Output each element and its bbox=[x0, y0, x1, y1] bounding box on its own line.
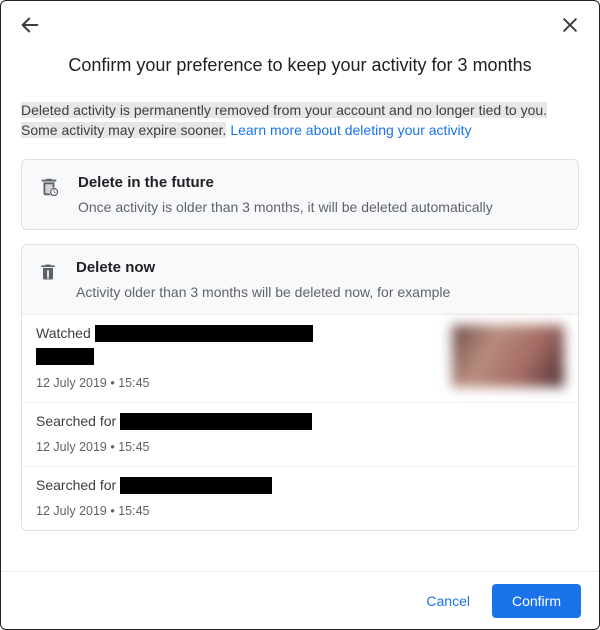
modal-title: Confirm your preference to keep your act… bbox=[21, 55, 579, 76]
redacted-content bbox=[120, 477, 272, 494]
top-bar bbox=[1, 1, 599, 49]
delete-future-card: Delete in the future Once activity is ol… bbox=[21, 159, 579, 230]
activity-example: Searched for 12 July 2019 • 15:45 bbox=[22, 466, 578, 530]
close-icon bbox=[560, 15, 580, 35]
activity-line: Searched for bbox=[36, 413, 564, 430]
activity-timestamp: 12 July 2019 • 15:45 bbox=[36, 504, 564, 518]
delete-future-sub: Once activity is older than 3 months, it… bbox=[78, 199, 493, 215]
confirm-button[interactable]: Confirm bbox=[492, 584, 581, 618]
delete-now-sub: Activity older than 3 months will be del… bbox=[76, 284, 450, 300]
activity-example: Searched for 12 July 2019 • 15:45 bbox=[22, 402, 578, 466]
description: Deleted activity is permanently removed … bbox=[21, 100, 579, 141]
activity-timestamp: 12 July 2019 • 15:45 bbox=[36, 376, 442, 390]
delete-future-title: Delete in the future bbox=[78, 174, 493, 191]
modal-footer: Cancel Confirm bbox=[1, 571, 599, 629]
delete-icon bbox=[38, 261, 58, 288]
delete-now-card: Delete now Activity older than 3 months … bbox=[21, 244, 579, 531]
activity-example: Watched 12 July 2019 • 15:45 bbox=[22, 314, 578, 402]
cancel-button[interactable]: Cancel bbox=[412, 584, 484, 618]
redacted-content bbox=[95, 325, 313, 342]
activity-prefix: Watched bbox=[36, 325, 91, 341]
close-button[interactable] bbox=[555, 10, 585, 40]
redacted-content bbox=[120, 413, 312, 430]
example-list: Watched 12 July 2019 • 15:45Searched for… bbox=[22, 314, 578, 530]
activity-line: Searched for bbox=[36, 477, 564, 494]
modal-content: Confirm your preference to keep your act… bbox=[1, 49, 599, 571]
activity-prefix: Searched for bbox=[36, 413, 116, 429]
auto-delete-icon bbox=[38, 176, 60, 203]
confirmation-modal: Confirm your preference to keep your act… bbox=[0, 0, 600, 630]
arrow-back-icon bbox=[19, 14, 41, 36]
back-button[interactable] bbox=[15, 10, 45, 40]
video-thumbnail bbox=[452, 325, 564, 387]
redacted-content bbox=[36, 348, 94, 365]
learn-more-link[interactable]: Learn more about deleting your activity bbox=[230, 122, 471, 138]
activity-timestamp: 12 July 2019 • 15:45 bbox=[36, 440, 564, 454]
activity-prefix: Searched for bbox=[36, 477, 116, 493]
delete-now-title: Delete now bbox=[76, 259, 450, 276]
activity-line: Watched bbox=[36, 325, 442, 342]
